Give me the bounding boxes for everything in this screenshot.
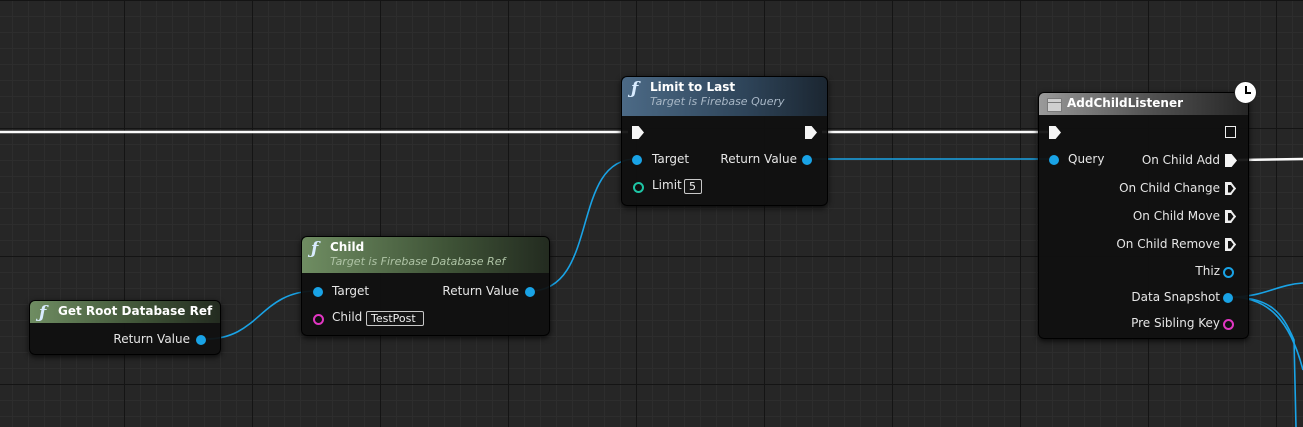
data-snapshot-label: Data Snapshot	[1131, 290, 1220, 304]
thiz-pin[interactable]	[1223, 267, 1234, 278]
on-child-change-pin[interactable]	[1225, 182, 1236, 195]
function-f-icon: ƒ	[631, 79, 639, 99]
child-label: Child	[332, 310, 363, 324]
pre-sibling-key-label: Pre Sibling Key	[1131, 316, 1220, 330]
return-value-pin[interactable]	[196, 335, 206, 345]
node-add-child-listener[interactable]: AddChildListener Query On Child Add On C…	[1038, 92, 1249, 339]
on-child-change-label: On Child Change	[1119, 181, 1220, 195]
on-child-remove-pin[interactable]	[1225, 238, 1236, 251]
target-label: Target	[652, 152, 690, 166]
target-pin[interactable]	[632, 155, 642, 165]
thiz-label: Thiz	[1195, 264, 1220, 278]
target-pin[interactable]	[313, 287, 323, 297]
return-value-label: Return Value	[442, 284, 519, 298]
query-pin[interactable]	[1049, 155, 1059, 165]
return-value-pin[interactable]	[525, 287, 535, 297]
exec-in-pin[interactable]	[632, 126, 644, 139]
pre-sibling-key-pin[interactable]	[1223, 319, 1234, 330]
node-header[interactable]: AddChildListener	[1039, 93, 1248, 115]
node-title: Get Root Database Ref	[58, 304, 213, 318]
node-header[interactable]: ƒ Child Target is Firebase Database Ref	[302, 237, 549, 273]
limit-label: Limit	[652, 178, 682, 192]
on-child-move-label: On Child Move	[1132, 209, 1220, 223]
node-get-root-database-ref[interactable]: ƒ Get Root Database Ref Return Value	[29, 300, 221, 355]
node-header[interactable]: ƒ Limit to Last Target is Firebase Query	[622, 77, 827, 116]
on-child-add-pin[interactable]	[1225, 154, 1237, 167]
node-subtitle: Target is Firebase Query	[650, 95, 785, 108]
limit-int-pin[interactable]	[633, 182, 644, 193]
return-value-label: Return Value	[720, 152, 797, 166]
target-label: Target	[332, 284, 370, 298]
clock-icon	[1234, 81, 1257, 104]
exec-in-pin[interactable]	[1049, 126, 1061, 139]
child-text-input[interactable]: TestPost	[366, 311, 424, 326]
node-subtitle: Target is Firebase Database Ref	[330, 255, 506, 268]
return-value-pin[interactable]	[802, 155, 812, 165]
node-title: Child	[330, 240, 365, 254]
box-icon	[1047, 98, 1062, 112]
on-child-move-pin[interactable]	[1225, 210, 1236, 223]
child-string-pin[interactable]	[313, 314, 324, 325]
node-header[interactable]: ƒ Get Root Database Ref	[30, 301, 220, 323]
exec-out-pin[interactable]	[1225, 126, 1236, 138]
on-child-add-label: On Child Add	[1141, 153, 1220, 167]
node-child[interactable]: ƒ Child Target is Firebase Database Ref …	[301, 236, 550, 336]
node-title: AddChildListener	[1067, 96, 1184, 110]
function-f-icon: ƒ	[311, 239, 319, 259]
query-label: Query	[1068, 152, 1105, 166]
node-limit-to-last[interactable]: ƒ Limit to Last Target is Firebase Query…	[621, 76, 828, 206]
data-wire-root-to-child	[205, 290, 317, 340]
node-title: Limit to Last	[650, 80, 736, 94]
return-value-label: Return Value	[113, 332, 190, 346]
data-snapshot-pin[interactable]	[1223, 293, 1233, 303]
on-child-remove-label: On Child Remove	[1116, 237, 1220, 251]
exec-out-pin[interactable]	[805, 126, 817, 139]
limit-number-input[interactable]: 5	[684, 179, 702, 194]
function-f-icon: ƒ	[39, 303, 47, 323]
